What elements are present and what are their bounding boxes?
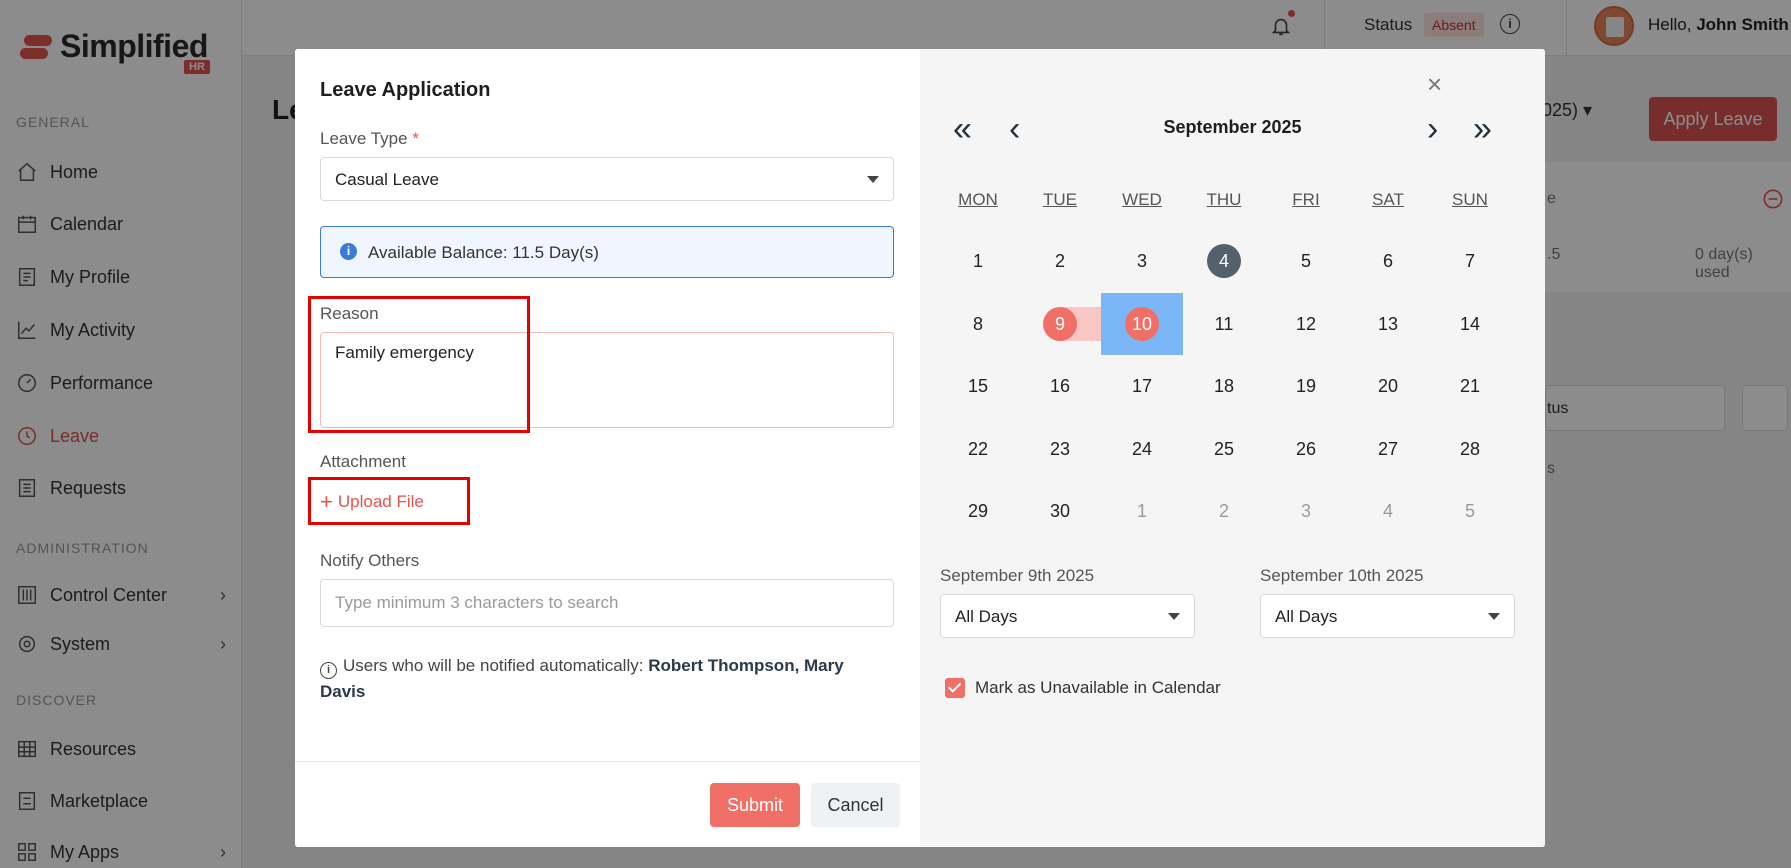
- weekday-sun: SUN: [1452, 190, 1488, 209]
- leave-type-select[interactable]: Casual Leave: [320, 157, 894, 201]
- calendar-day[interactable]: 3: [1101, 230, 1183, 292]
- calendar-day[interactable]: 29: [937, 480, 1019, 542]
- available-balance-notice: i Available Balance: 11.5 Day(s): [320, 226, 894, 278]
- chevron-down-icon: [867, 176, 879, 183]
- calendar-day[interactable]: 15: [937, 355, 1019, 417]
- calendar-day[interactable]: 5: [1265, 230, 1347, 292]
- end-day-value: All Days: [1275, 607, 1338, 626]
- calendar-day[interactable]: 4: [1183, 230, 1265, 292]
- calendar-day[interactable]: 23: [1019, 418, 1101, 480]
- calendar-day[interactable]: 6: [1347, 230, 1429, 292]
- calendar-day[interactable]: 24: [1101, 418, 1183, 480]
- calendar-day[interactable]: 9: [1019, 293, 1101, 355]
- calendar-day[interactable]: 2: [1183, 480, 1265, 542]
- chevron-down-icon: [1488, 613, 1500, 620]
- calendar-day[interactable]: 30: [1019, 480, 1101, 542]
- calendar-day[interactable]: 27: [1347, 418, 1429, 480]
- calendar-day[interactable]: 10: [1101, 293, 1183, 355]
- cancel-button[interactable]: Cancel: [811, 783, 900, 827]
- start-day-select[interactable]: All Days: [940, 594, 1195, 638]
- weekday-mon: MON: [958, 190, 998, 209]
- highlight-box-upload: [308, 477, 470, 525]
- calendar-day[interactable]: 25: [1183, 418, 1265, 480]
- info-icon: i: [320, 662, 337, 679]
- calendar-day[interactable]: 17: [1101, 355, 1183, 417]
- calendar-day[interactable]: 2: [1019, 230, 1101, 292]
- calendar-day[interactable]: 16: [1019, 355, 1101, 417]
- calendar-day[interactable]: 11: [1183, 293, 1265, 355]
- end-day-select[interactable]: All Days: [1260, 594, 1515, 638]
- calendar-day[interactable]: 3: [1265, 480, 1347, 542]
- highlight-box-reason: [308, 296, 530, 433]
- leave-form-panel: Leave Application Leave Type * Casual Le…: [295, 49, 920, 847]
- weekday-fri: FRI: [1292, 190, 1320, 209]
- next-month-button[interactable]: ›: [1427, 111, 1438, 147]
- calendar-day[interactable]: 1: [937, 230, 1019, 292]
- calendar-day[interactable]: 7: [1429, 230, 1511, 292]
- info-icon: i: [340, 243, 357, 260]
- calendar-day[interactable]: 19: [1265, 355, 1347, 417]
- calendar-day[interactable]: 4: [1347, 480, 1429, 542]
- start-day-value: All Days: [955, 607, 1018, 626]
- calendar-day[interactable]: 20: [1347, 355, 1429, 417]
- leave-type-label-text: Leave Type: [320, 129, 408, 148]
- calendar-day[interactable]: 28: [1429, 418, 1511, 480]
- calendar-month-label: September 2025: [1163, 117, 1302, 137]
- start-date-label: September 9th 2025: [940, 566, 1095, 585]
- mark-unavailable-label[interactable]: Mark as Unavailable in Calendar: [975, 678, 1221, 698]
- calendar-day[interactable]: 13: [1347, 293, 1429, 355]
- calendar-day[interactable]: 1: [1101, 480, 1183, 542]
- weekday-sat: SAT: [1372, 190, 1404, 209]
- required-mark: *: [412, 129, 419, 148]
- modal-title: Leave Application: [320, 79, 491, 101]
- auto-notify-text: Users who will be notified automatically…: [343, 656, 644, 675]
- calendar-day[interactable]: 8: [937, 293, 1019, 355]
- mark-unavailable-checkbox[interactable]: [945, 678, 965, 698]
- submit-button[interactable]: Submit: [710, 783, 800, 827]
- leave-type-value: Casual Leave: [335, 170, 439, 189]
- weekday-tue: TUE: [1043, 190, 1077, 209]
- calendar-day[interactable]: 26: [1265, 418, 1347, 480]
- leave-type-label: Leave Type *: [320, 129, 419, 149]
- calendar-day[interactable]: 21: [1429, 355, 1511, 417]
- auto-notify-notice: i Users who will be notified automaticall…: [320, 653, 890, 705]
- weekday-thu: THU: [1206, 190, 1242, 209]
- calendar-day[interactable]: 22: [937, 418, 1019, 480]
- notify-others-label: Notify Others: [320, 551, 420, 570]
- calendar-day[interactable]: 18: [1183, 355, 1265, 417]
- balance-text: Available Balance: 11.5 Day(s): [368, 243, 599, 262]
- footer-divider: [295, 761, 920, 762]
- next-year-button[interactable]: »: [1473, 111, 1492, 147]
- close-icon[interactable]: ×: [1427, 71, 1442, 97]
- chevron-down-icon: [1168, 613, 1180, 620]
- calendar-day[interactable]: 14: [1429, 293, 1511, 355]
- leave-application-modal: Leave Application Leave Type * Casual Le…: [295, 49, 1545, 847]
- calendar-day[interactable]: 5: [1429, 480, 1511, 542]
- end-date-label: September 10th 2025: [1260, 566, 1424, 585]
- calendar-panel: × « ‹ September 2025 › » MON TUE WED THU FRI…: [920, 49, 1545, 847]
- notify-others-input[interactable]: [320, 579, 894, 627]
- calendar-day[interactable]: 12: [1265, 293, 1347, 355]
- weekday-wed: WED: [1122, 190, 1162, 209]
- attachment-label: Attachment: [320, 452, 406, 471]
